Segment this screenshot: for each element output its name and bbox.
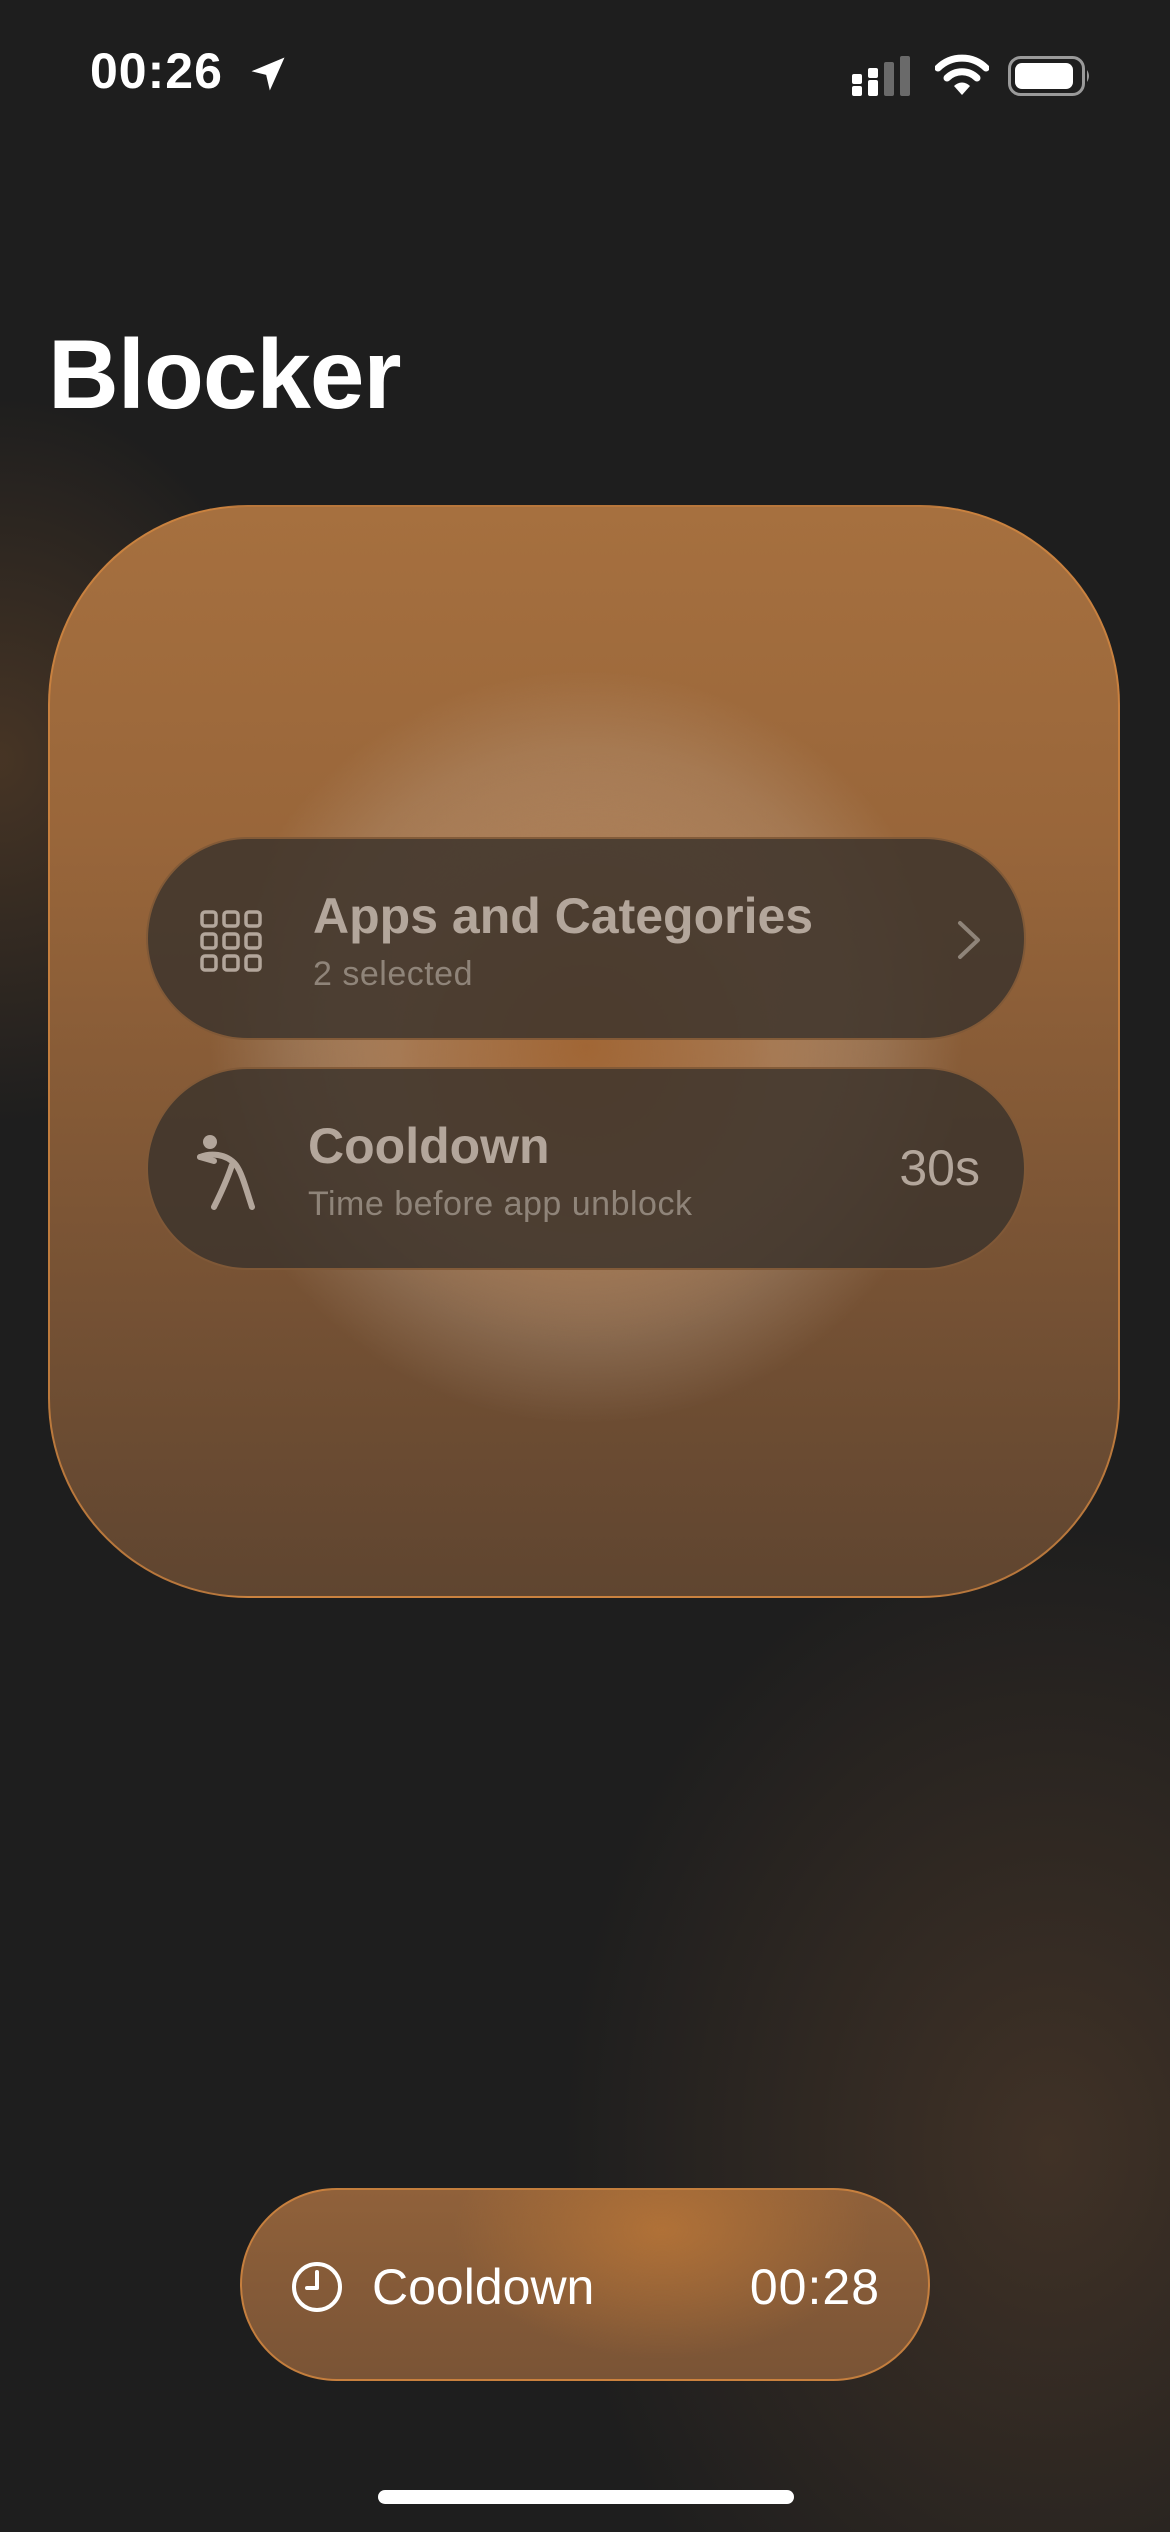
cooldown-timer: 00:28 bbox=[749, 2259, 880, 2315]
cooldown-row-title: Cooldown bbox=[308, 1118, 550, 1174]
battery-icon bbox=[1008, 56, 1089, 96]
wifi-icon bbox=[935, 54, 989, 95]
cooldown-status-button[interactable]: Cooldown 00:28 bbox=[240, 2188, 930, 2381]
home-indicator[interactable] bbox=[378, 2490, 794, 2504]
cooldown-pill-label: Cooldown bbox=[372, 2259, 595, 2315]
cooldown-duration-value: 30s bbox=[899, 1140, 980, 1196]
status-bar: 00:26 bbox=[0, 0, 1170, 150]
cooldown-row[interactable]: Cooldown Time before app unblock 30s bbox=[146, 1067, 1026, 1270]
grid-icon bbox=[200, 910, 262, 972]
apps-row-title: Apps and Categories bbox=[313, 888, 814, 944]
page-title: Blocker bbox=[48, 319, 402, 429]
stretching-figure-icon bbox=[197, 1135, 255, 1210]
apps-and-categories-row[interactable]: Apps and Categories 2 selected bbox=[146, 837, 1026, 1040]
location-arrow-icon bbox=[251, 57, 285, 91]
chevron-right-icon bbox=[958, 921, 980, 959]
clock-icon bbox=[292, 2262, 342, 2312]
cooldown-row-subtitle: Time before app unblock bbox=[308, 1185, 693, 1223]
status-time: 00:26 bbox=[90, 43, 223, 99]
apps-row-subtitle: 2 selected bbox=[313, 955, 473, 993]
blocker-card: Apps and Categories 2 selected Cooldown … bbox=[48, 505, 1120, 1598]
cellular-signal-icon bbox=[852, 56, 910, 96]
